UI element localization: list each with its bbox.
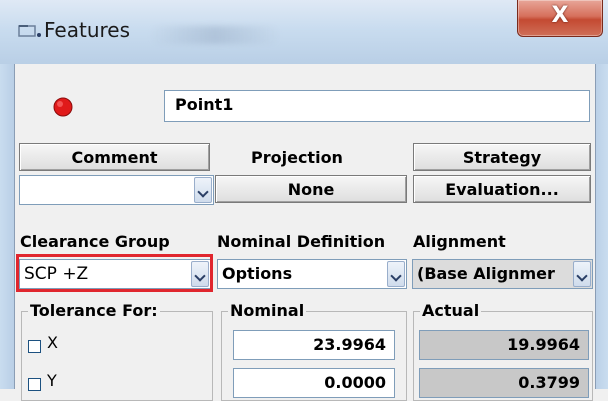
- alignment-combo[interactable]: (Base Alignmer: [412, 259, 593, 289]
- actual-title: Actual: [420, 301, 482, 320]
- alignment-value: (Base Alignmer: [417, 264, 555, 283]
- window-frame-left: [0, 64, 14, 389]
- status-indicator-icon: [53, 97, 73, 117]
- window-frame-right: [594, 64, 608, 389]
- clearance-group-label: Clearance Group: [20, 232, 170, 251]
- tolerance-for-title: Tolerance For:: [28, 301, 160, 320]
- dialog-client-area: Point1 Comment Projection Strategy None …: [14, 64, 596, 401]
- window-title: Features: [44, 18, 130, 42]
- close-button[interactable]: X: [517, 0, 603, 37]
- actual-x-field: 19.9964: [419, 330, 589, 360]
- chevron-down-icon[interactable]: [573, 261, 591, 287]
- alignment-label: Alignment: [413, 232, 506, 251]
- projection-label: Projection: [251, 148, 343, 167]
- nominal-definition-label: Nominal Definition: [217, 232, 386, 251]
- title-bar[interactable]: Features X: [0, 0, 608, 64]
- projection-none-button[interactable]: None: [215, 175, 407, 203]
- nominal-definition-value: Options: [222, 264, 293, 283]
- tolerance-x-checkbox[interactable]: [28, 340, 41, 353]
- comment-button[interactable]: Comment: [19, 143, 210, 171]
- tolerance-y-checkbox[interactable]: [28, 378, 41, 391]
- nominal-y-field[interactable]: 0.0000: [233, 368, 395, 398]
- chevron-down-icon[interactable]: [387, 261, 405, 287]
- tolerance-y-label: Y: [47, 371, 57, 390]
- evaluation-button[interactable]: Evaluation...: [413, 175, 591, 203]
- top-left-combo[interactable]: [19, 175, 214, 205]
- title-bar-reflection: [150, 26, 280, 44]
- feature-name-input[interactable]: Point1: [164, 90, 590, 122]
- features-app-icon: [18, 25, 41, 37]
- nominal-definition-combo[interactable]: Options: [217, 259, 407, 289]
- nominal-title: Nominal: [228, 301, 307, 320]
- tolerance-x-label: X: [47, 333, 58, 352]
- chevron-down-icon[interactable]: [194, 177, 212, 203]
- highlight-box: [16, 254, 213, 292]
- nominal-x-field[interactable]: 23.9964: [233, 330, 395, 360]
- close-icon: X: [551, 3, 569, 28]
- strategy-button[interactable]: Strategy: [413, 143, 591, 171]
- actual-y-field: 0.3799: [419, 368, 589, 398]
